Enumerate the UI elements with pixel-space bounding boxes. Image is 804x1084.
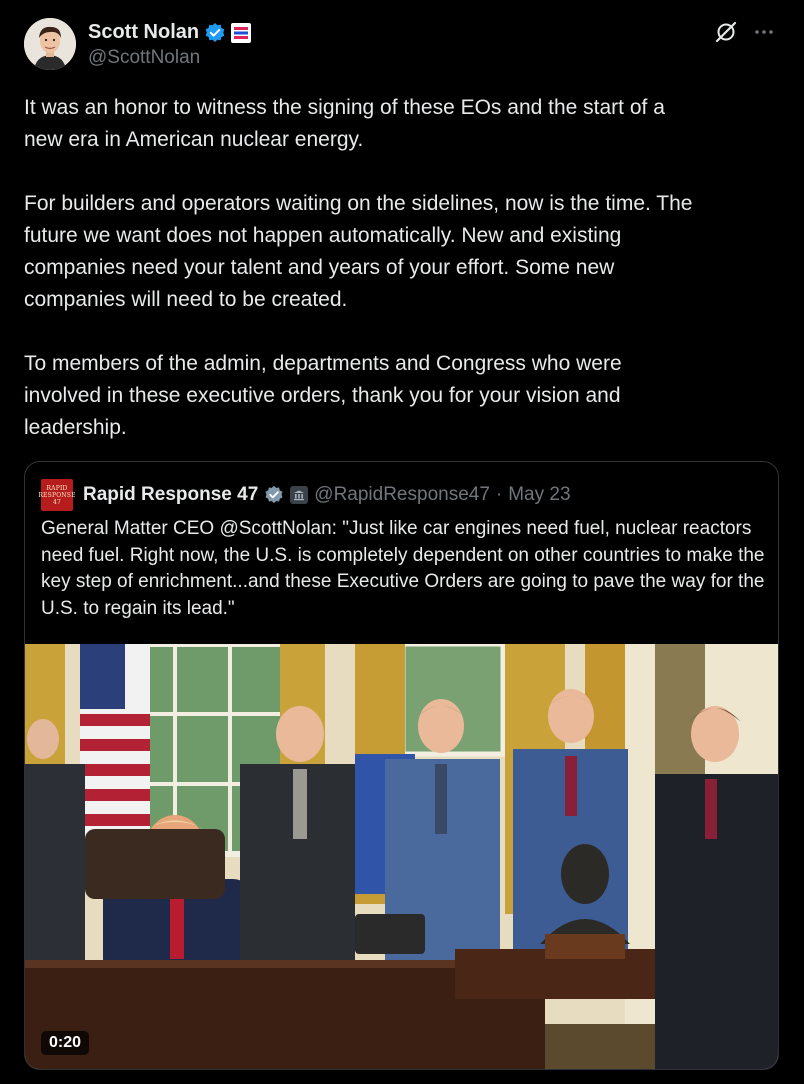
quoted-header: RAPID RESPONSE 47 Rapid Response 47 @Rap… <box>38 479 571 511</box>
post-text: It was an honor to witness the signing o… <box>24 92 784 444</box>
affiliation-badge-icon[interactable] <box>231 22 252 43</box>
author-avatar[interactable] <box>24 18 76 70</box>
verified-badge-icon[interactable] <box>204 22 226 44</box>
quoted-text: General Matter CEO @ScottNolan: "Just li… <box>41 518 765 619</box>
post-actions <box>714 20 776 44</box>
grok-icon[interactable] <box>714 20 738 44</box>
video-duration: 0:20 <box>41 1031 90 1055</box>
quoted-avatar-text: RAPID <box>46 484 68 492</box>
quoted-verified-icon <box>264 485 284 505</box>
author-display-name[interactable]: Scott Nolan <box>88 21 199 44</box>
quoted-date[interactable]: May 23 <box>508 484 570 506</box>
post-paragraph: To members of the admin, departments and… <box>24 352 622 439</box>
more-options-icon[interactable] <box>752 20 776 44</box>
video-thumbnail <box>25 644 778 1069</box>
quoted-avatar-text: 47 <box>52 498 62 506</box>
separator-dot: · <box>495 484 503 505</box>
quoted-post[interactable]: RAPID RESPONSE 47 Rapid Response 47 @Rap… <box>24 461 779 1070</box>
post-paragraph: For builders and operators waiting on th… <box>24 192 693 311</box>
post-header: Scott Nolan @ScottNolan <box>24 18 784 74</box>
quoted-display-name[interactable]: Rapid Response 47 <box>83 484 258 506</box>
author-name-row: Scott Nolan <box>88 21 252 44</box>
quoted-avatar-text: RESPONSE <box>38 491 76 499</box>
post-paragraph: It was an honor to witness the signing o… <box>24 96 665 151</box>
quoted-avatar[interactable]: RAPID RESPONSE 47 <box>38 479 76 511</box>
government-badge-icon <box>290 486 309 504</box>
quoted-handle[interactable]: @RapidResponse47 <box>314 484 490 506</box>
author-handle[interactable]: @ScottNolan <box>88 47 200 69</box>
video-player[interactable]: 0:20 <box>25 644 778 1069</box>
